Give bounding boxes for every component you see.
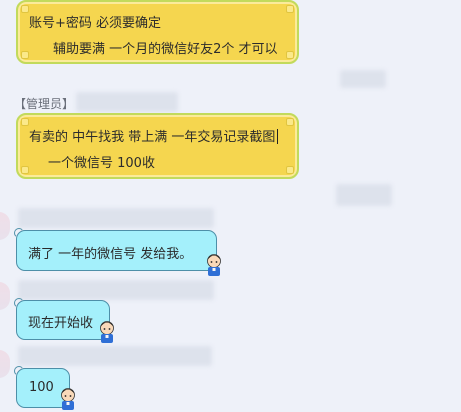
avatar[interactable] [0,212,10,240]
message-text-line: 一个微信号 100收 [48,156,155,171]
bubble-corner-ornament [286,166,294,174]
avatar[interactable] [0,282,10,310]
avatar[interactable] [0,350,10,378]
message-text: 100 [29,380,54,395]
message-bubble-admin: 有卖的 中午找我 带上满 一年交易记录截图 一个微信号 100收 [16,113,299,179]
bubble-curl-ornament [14,298,24,308]
blurred-sender-name [76,92,178,112]
bubble-corner-ornament [21,118,29,126]
message-text: 满了 一年的微信号 发给我。 [28,247,193,262]
sender-role-badge: 【管理员】 [14,97,75,111]
cartoon-boy-icon [61,388,75,410]
bubble-corner-ornament [21,5,29,13]
blurred-sender-name [18,280,214,300]
bubble-corner-ornament [286,51,294,59]
bubble-curl-ornament [14,228,24,238]
bubble-corner-ornament [286,5,294,13]
message-text-line: 有卖的 中午找我 带上满 一年交易记录截图 [29,126,279,145]
message-text: 现在开始收 [28,316,94,331]
message-text-line: 辅助要满 一个月的微信好友2个 才可以 [53,42,278,57]
message-bubble-admin: 账号+密码 必须要确定 辅助要满 一个月的微信好友2个 才可以 [16,0,299,64]
message-bubble: 满了 一年的微信号 发给我。 [14,228,217,271]
blurred-sender-name [18,346,212,366]
bubble-curl-ornament [14,366,24,376]
message-text-line: 账号+密码 必须要确定 [29,16,162,31]
bubble-corner-ornament [21,166,29,174]
blurred-sender-name [18,208,214,228]
blurred-timestamp [340,70,386,88]
blurred-timestamp [336,184,392,206]
text-cursor [277,129,279,144]
bubble-corner-ornament [21,51,29,59]
cartoon-boy-icon [207,254,221,276]
bubble-corner-ornament [286,118,294,126]
cartoon-boy-icon [100,321,114,343]
